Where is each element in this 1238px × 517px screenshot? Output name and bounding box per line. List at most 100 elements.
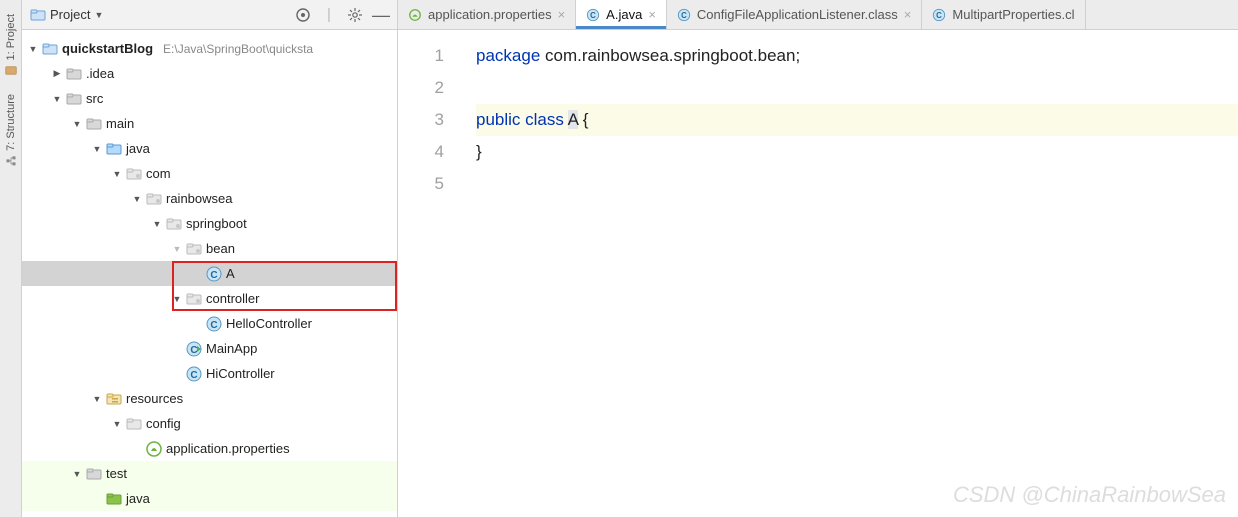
line-number: 1 bbox=[398, 40, 444, 72]
package-icon bbox=[166, 216, 182, 232]
code-content[interactable]: package com.rainbowsea.springboot.bean; … bbox=[456, 30, 1238, 517]
line-number-gutter: 1 2 3 4 5 bbox=[398, 30, 456, 517]
expand-arrow-icon[interactable] bbox=[132, 194, 142, 204]
expand-arrow-icon[interactable] bbox=[112, 419, 122, 429]
folder-icon bbox=[126, 416, 142, 432]
project-name: quickstartBlog bbox=[62, 41, 153, 56]
code-line: public class A { bbox=[476, 104, 1238, 136]
code-line bbox=[476, 72, 1238, 104]
expand-arrow-icon[interactable] bbox=[72, 469, 82, 479]
select-opened-file-icon[interactable] bbox=[295, 7, 311, 23]
module-icon bbox=[42, 41, 58, 57]
svg-text:C: C bbox=[210, 270, 217, 281]
expand-arrow-icon[interactable] bbox=[72, 119, 82, 129]
test-source-folder-icon bbox=[106, 491, 122, 507]
tree-node-controller[interactable]: controller bbox=[22, 286, 397, 311]
code-editor[interactable]: 1 2 3 4 5 package com.rainbowsea.springb… bbox=[398, 30, 1238, 517]
tree-node-class-A[interactable]: C A bbox=[22, 261, 397, 286]
gear-icon[interactable] bbox=[347, 7, 363, 23]
expand-arrow-icon[interactable] bbox=[52, 68, 62, 79]
resources-folder-icon bbox=[106, 391, 122, 407]
project-tool-label: 1: Project bbox=[5, 14, 17, 60]
panel-header: Project ▼ | — bbox=[22, 0, 397, 30]
expand-arrow-icon[interactable] bbox=[172, 244, 182, 254]
svg-text:C: C bbox=[937, 11, 943, 20]
tree-node-src[interactable]: src bbox=[22, 86, 397, 111]
tree-node-bean[interactable]: bean bbox=[22, 236, 397, 261]
watermark-text: CSDN @ChinaRainbowSea bbox=[953, 479, 1226, 511]
tree-node-test[interactable]: test bbox=[22, 461, 397, 486]
code-line: package com.rainbowsea.springboot.bean; bbox=[476, 40, 1238, 72]
tab-configfileapplicationlistener[interactable]: C ConfigFileApplicationListener.class × bbox=[667, 0, 922, 29]
tree-node-rainbowsea[interactable]: rainbowsea bbox=[22, 186, 397, 211]
tree-node-resources[interactable]: resources bbox=[22, 386, 397, 411]
panel-header-actions: | — bbox=[295, 7, 389, 23]
expand-arrow-icon[interactable] bbox=[92, 394, 102, 404]
package-icon bbox=[186, 241, 202, 257]
tab-a-java[interactable]: C A.java × bbox=[576, 0, 667, 29]
spring-props-icon bbox=[146, 441, 162, 457]
svg-text:C: C bbox=[190, 370, 197, 381]
tree-label: controller bbox=[206, 291, 259, 306]
tab-label: ConfigFileApplicationListener.class bbox=[697, 7, 898, 22]
structure-tool-label: 7: Structure bbox=[5, 94, 17, 151]
tree-node-springboot[interactable]: springboot bbox=[22, 211, 397, 236]
folder-icon bbox=[86, 466, 102, 482]
chevron-down-icon: ▼ bbox=[94, 10, 103, 20]
tree-node-idea[interactable]: .idea bbox=[22, 61, 397, 86]
tree-node-com[interactable]: com bbox=[22, 161, 397, 186]
tree-label: MainApp bbox=[206, 341, 257, 356]
tree-label: test bbox=[106, 466, 127, 481]
close-icon[interactable]: × bbox=[648, 7, 656, 22]
tab-application-properties[interactable]: application.properties × bbox=[398, 0, 576, 29]
tree-node-java[interactable]: java bbox=[22, 136, 397, 161]
expand-arrow-icon[interactable] bbox=[172, 294, 182, 304]
close-icon[interactable]: × bbox=[904, 7, 912, 22]
package-icon bbox=[146, 191, 162, 207]
tree-label: main bbox=[106, 116, 134, 131]
svg-text:C: C bbox=[681, 11, 687, 20]
project-tree[interactable]: quickstartBlog E:\Java\SpringBoot\quicks… bbox=[22, 30, 397, 517]
project-panel: Project ▼ | — quickstartBlog E:\Java\Spr… bbox=[22, 0, 398, 517]
tool-strip: 1: Project 7: Structure bbox=[0, 0, 22, 517]
tree-label: bean bbox=[206, 241, 235, 256]
java-class-icon: C bbox=[586, 8, 600, 22]
project-tool-button[interactable]: 1: Project bbox=[4, 8, 18, 82]
source-folder-icon bbox=[106, 141, 122, 157]
tree-node-hellocontroller[interactable]: C HelloController bbox=[22, 311, 397, 336]
line-number: 4 bbox=[398, 136, 444, 168]
tree-label: HiController bbox=[206, 366, 275, 381]
svg-text:C: C bbox=[590, 11, 596, 20]
svg-text:C: C bbox=[210, 320, 217, 331]
tree-node-config[interactable]: config bbox=[22, 411, 397, 436]
tree-label: resources bbox=[126, 391, 183, 406]
tree-node-app-properties[interactable]: application.properties bbox=[22, 436, 397, 461]
tree-label: java bbox=[126, 491, 150, 506]
panel-title: Project bbox=[50, 7, 90, 22]
tree-node-hicontroller[interactable]: C HiController bbox=[22, 361, 397, 386]
java-class-icon: C bbox=[206, 266, 222, 282]
tab-multipartproperties[interactable]: C MultipartProperties.cl bbox=[922, 0, 1085, 29]
main-class-icon: C bbox=[186, 341, 202, 357]
tree-node-mainapp[interactable]: C MainApp bbox=[22, 336, 397, 361]
close-icon[interactable]: × bbox=[558, 7, 566, 22]
tree-node-main[interactable]: main bbox=[22, 111, 397, 136]
package-icon bbox=[186, 291, 202, 307]
editor-area: application.properties × C A.java × C Co… bbox=[398, 0, 1238, 517]
tree-node-test-java[interactable]: java bbox=[22, 486, 397, 511]
expand-arrow-icon[interactable] bbox=[28, 44, 38, 54]
tree-label: application.properties bbox=[166, 441, 290, 456]
panel-title-wrap[interactable]: Project ▼ bbox=[30, 7, 289, 23]
expand-arrow-icon[interactable] bbox=[152, 219, 162, 229]
tree-root[interactable]: quickstartBlog E:\Java\SpringBoot\quicks… bbox=[22, 36, 397, 61]
project-path-hint: E:\Java\SpringBoot\quicksta bbox=[163, 42, 313, 56]
expand-arrow-icon[interactable] bbox=[52, 94, 62, 104]
expand-arrow-icon[interactable] bbox=[92, 144, 102, 154]
tree-label: HelloController bbox=[226, 316, 312, 331]
expand-arrow-icon[interactable] bbox=[112, 169, 122, 179]
tree-label: com bbox=[146, 166, 171, 181]
editor-tabs: application.properties × C A.java × C Co… bbox=[398, 0, 1238, 30]
structure-tool-button[interactable]: 7: Structure bbox=[4, 88, 18, 173]
tree-label: src bbox=[86, 91, 103, 106]
minimize-icon[interactable]: — bbox=[373, 7, 389, 23]
